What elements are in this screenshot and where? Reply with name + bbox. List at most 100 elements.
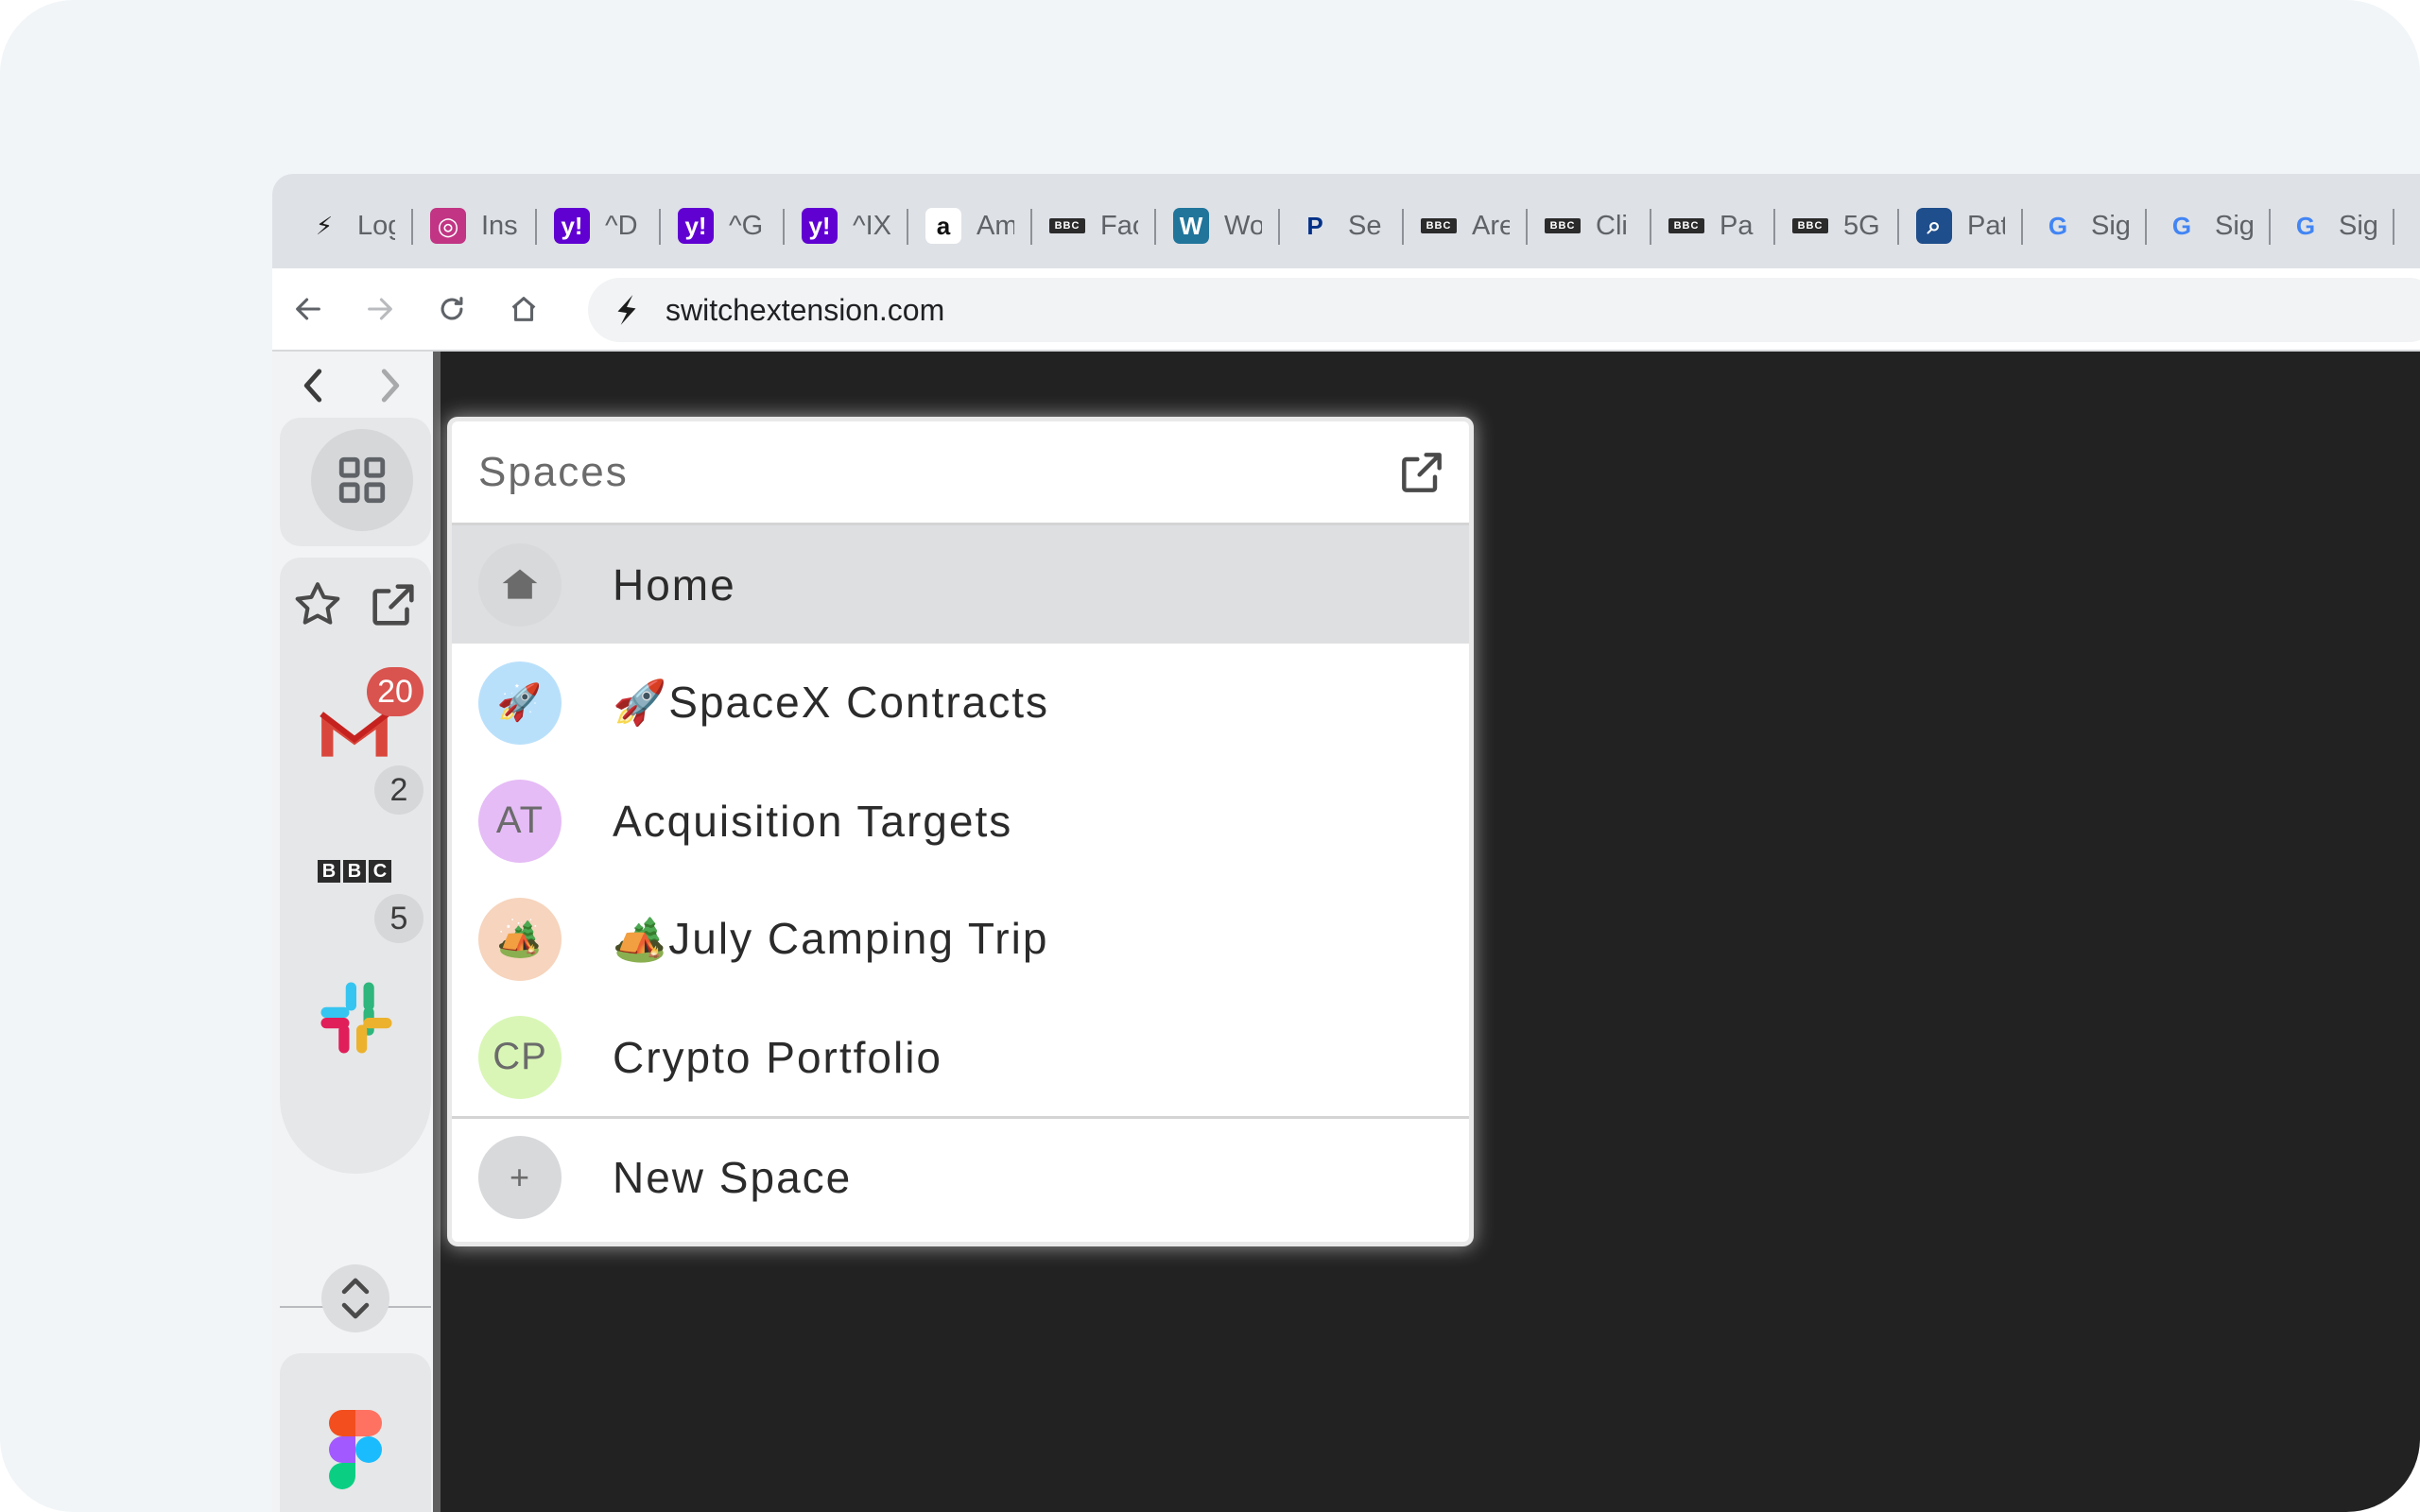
chevron-left-icon[interactable]	[299, 367, 327, 404]
tab-title: Am	[977, 210, 1014, 241]
bbc-app[interactable]: B B C 5	[308, 850, 431, 983]
space-item-crypto-portfolio[interactable]: CP Crypto Portfolio	[452, 998, 1469, 1116]
tab-title: Wo	[1224, 210, 1262, 241]
bolt-icon: ⚡	[306, 208, 342, 244]
yahoo-icon: y!	[554, 208, 590, 244]
tab-title: ^G	[729, 210, 764, 241]
home-button[interactable]	[488, 273, 560, 345]
gmail-app[interactable]: 20 2	[308, 667, 431, 815]
more-apps-card	[280, 1353, 431, 1512]
spaces-card	[280, 418, 431, 546]
reload-icon	[441, 297, 463, 320]
arrow-left-icon	[296, 298, 320, 320]
bbc-icon: BBC	[1049, 218, 1085, 233]
google-icon: G	[2040, 208, 2076, 244]
browser-tab[interactable]: BBC Cli	[1528, 188, 1651, 264]
browser-tab[interactable]: BBC Are	[1404, 188, 1528, 264]
address-bar[interactable]: switchextension.com	[588, 278, 2420, 342]
home-icon	[511, 297, 536, 321]
browser-toolbar: switchextension.com	[272, 268, 2420, 352]
spaces-panel-title: Spaces	[478, 448, 629, 495]
tab-title: Sig	[2215, 210, 2253, 241]
tab-title: Se	[1348, 210, 1382, 241]
bbc-count-badge: 5	[374, 894, 424, 943]
switch-sidebar: 20 2 B B C 5	[272, 352, 441, 1512]
forward-button[interactable]	[344, 273, 416, 345]
pinned-apps-card: 20 2 B B C 5	[280, 558, 431, 1174]
browser-tab[interactable]: G Sig	[2271, 188, 2394, 264]
reload-button[interactable]	[416, 273, 488, 345]
space-avatar: CP	[478, 1015, 562, 1099]
browser-tab[interactable]: BBC Fac	[1032, 188, 1156, 264]
tab-title: Cli	[1596, 210, 1628, 241]
space-label: 🚀SpaceX Contracts	[613, 678, 1050, 727]
expand-collapse-button[interactable]	[321, 1264, 389, 1332]
space-label: Acquisition Targets	[613, 796, 1013, 846]
open-external-icon[interactable]	[1395, 446, 1448, 499]
space-item-spacex[interactable]: 🚀 🚀SpaceX Contracts	[452, 644, 1469, 762]
bbc-icon: BBC	[1545, 218, 1581, 233]
amazon-icon: a	[925, 208, 961, 244]
tent-icon: 🏕️	[478, 897, 562, 981]
browser-tab[interactable]: G Sig	[2147, 188, 2271, 264]
slack-icon	[320, 982, 392, 1054]
browser-tab[interactable]: G Sig	[2023, 188, 2147, 264]
browser-tab[interactable]: y! ^G	[661, 188, 785, 264]
tab-strip: ⚡ Log ◎ Ins y! ^D y! ^G y! ^IX a Am BBC Fac W Wo P Se BBC A…	[272, 174, 2420, 268]
bbc-icon: B B C	[318, 860, 391, 883]
browser-tab[interactable]: BBC Pa	[1651, 188, 1775, 264]
browser-tab[interactable]: y! ^IX	[785, 188, 908, 264]
space-avatar	[478, 542, 562, 627]
gmail-count-badge: 2	[374, 765, 424, 815]
tab-title: Ins	[481, 210, 518, 241]
figma-app[interactable]	[329, 1410, 382, 1489]
browser-tab[interactable]: W Wo	[1156, 188, 1280, 264]
arrow-right-icon	[368, 298, 392, 320]
slack-app[interactable]	[314, 975, 399, 1060]
space-item-july-camping[interactable]: 🏕️ 🏕️July Camping Trip	[452, 880, 1469, 998]
tab-title: Fac	[1100, 210, 1138, 241]
home-icon	[502, 569, 538, 599]
browser-tab[interactable]: P Se	[1280, 188, 1404, 264]
chevron-right-icon[interactable]	[376, 367, 405, 404]
bbc-icon: BBC	[1668, 218, 1704, 233]
chevron-up-down-icon	[341, 1278, 370, 1319]
browser-tab[interactable]: BBC 5G	[1775, 188, 1899, 264]
browser-tab[interactable]: ⌕ Pat	[1899, 188, 2023, 264]
new-space-label: New Space	[613, 1153, 853, 1202]
spaces-button[interactable]	[311, 429, 413, 531]
space-label: 🏕️July Camping Trip	[613, 914, 1049, 963]
pinned-actions	[280, 576, 431, 633]
bolt-icon	[617, 295, 636, 325]
google-icon: G	[2288, 208, 2324, 244]
browser-tab[interactable]: y! ^D	[537, 188, 661, 264]
tab-title: Pat	[1967, 210, 2005, 241]
instagram-icon: ◎	[430, 208, 466, 244]
star-icon[interactable]	[290, 577, 345, 632]
wordpress-icon: W	[1173, 208, 1209, 244]
screen-frame: ⚡ Log ◎ Ins y! ^D y! ^G y! ^IX a Am BBC Fac W Wo P Se BBC A…	[0, 0, 2420, 1512]
bbc-icon: BBC	[1792, 218, 1828, 233]
grid-icon	[338, 456, 386, 504]
sidebar-nav	[285, 359, 418, 412]
tab-title: ^D	[605, 210, 638, 241]
paypal-icon: P	[1297, 208, 1333, 244]
tab-title: Are	[1472, 210, 1510, 241]
browser-tab[interactable]: ⚡ Log	[289, 188, 413, 264]
tab-title: Sig	[2091, 210, 2129, 241]
tab-title: Log	[357, 210, 395, 241]
space-label: Crypto Portfolio	[613, 1032, 943, 1082]
browser-tab[interactable]: ◎ Ins	[413, 188, 537, 264]
browser-tab[interactable]: a Am	[908, 188, 1032, 264]
space-item-home[interactable]: Home	[452, 525, 1469, 644]
new-space-button[interactable]: + New Space	[452, 1119, 1469, 1236]
figma-icon	[329, 1410, 382, 1489]
search-icon: ⌕	[1916, 208, 1952, 244]
open-external-icon[interactable]	[366, 577, 421, 632]
tab-title: 5G	[1843, 210, 1880, 241]
space-item-acquisition-targets[interactable]: AT Acquisition Targets	[452, 762, 1469, 880]
yahoo-icon: y!	[802, 208, 838, 244]
gmail-unread-badge: 20	[367, 667, 424, 716]
tab-title: ^IX	[853, 210, 890, 241]
back-button[interactable]	[272, 273, 344, 345]
